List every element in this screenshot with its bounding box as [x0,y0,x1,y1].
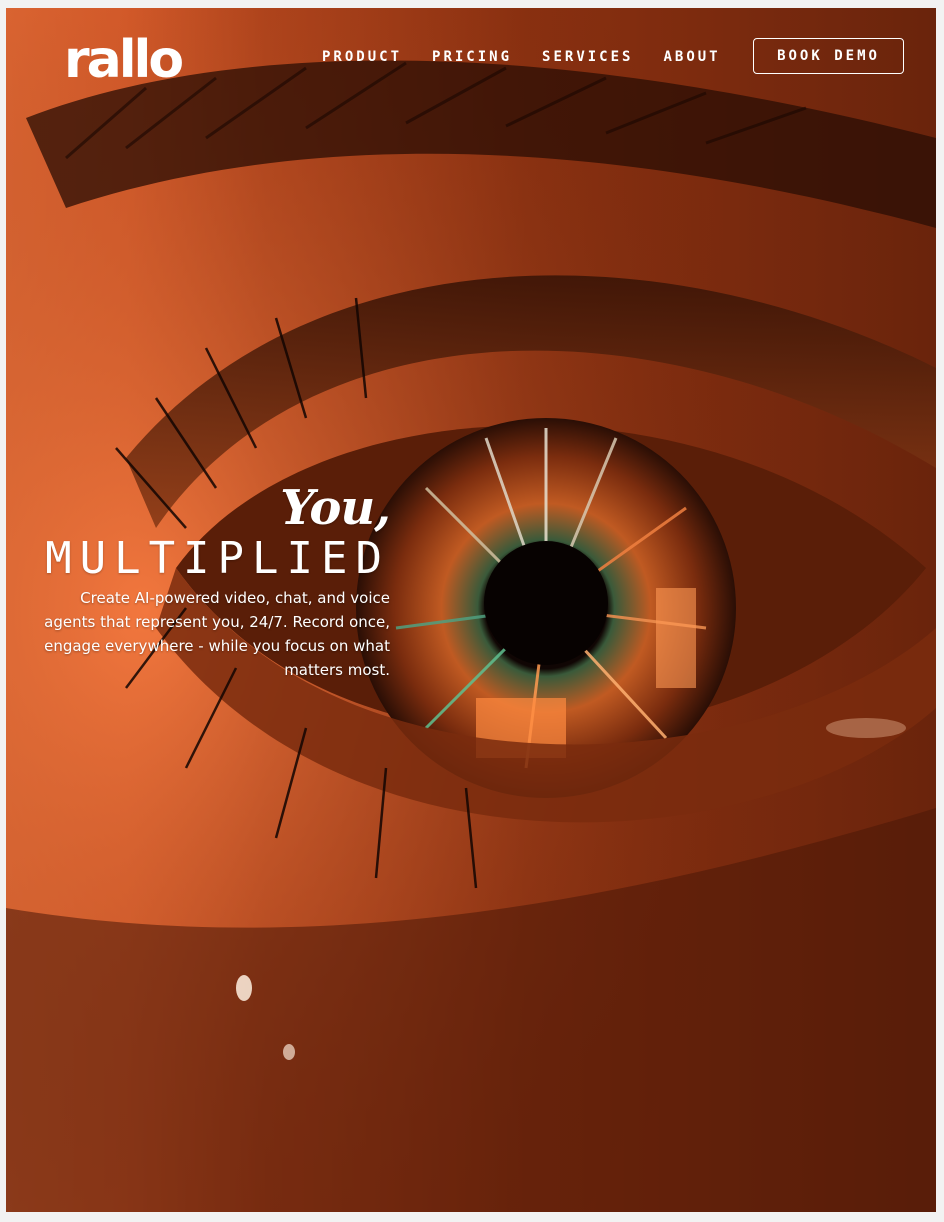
nav-menu: PRODUCT PRICING SERVICES ABOUT [322,48,751,66]
top-navigation: rallo PRODUCT PRICING SERVICES ABOUT BOO… [6,8,936,108]
hero-section: rallo PRODUCT PRICING SERVICES ABOUT BOO… [6,8,936,1212]
nav-item-product[interactable]: PRODUCT [322,48,402,66]
hero-description: Create AI-powered video, chat, and voice… [44,589,390,679]
nav-item-pricing[interactable]: PRICING [432,48,512,66]
nav-item-services[interactable]: SERVICES [542,48,633,66]
site-logo[interactable]: rallo [64,30,184,90]
hero-title-line2: MULTIPLIED [45,533,390,584]
book-demo-button[interactable]: BOOK DEMO [753,38,904,74]
nav-item-about[interactable]: ABOUT [663,48,720,66]
hero-text-block: You, MULTIPLIED Create AI-powered video,… [26,478,391,682]
hero-title-line1: You, [280,480,391,536]
